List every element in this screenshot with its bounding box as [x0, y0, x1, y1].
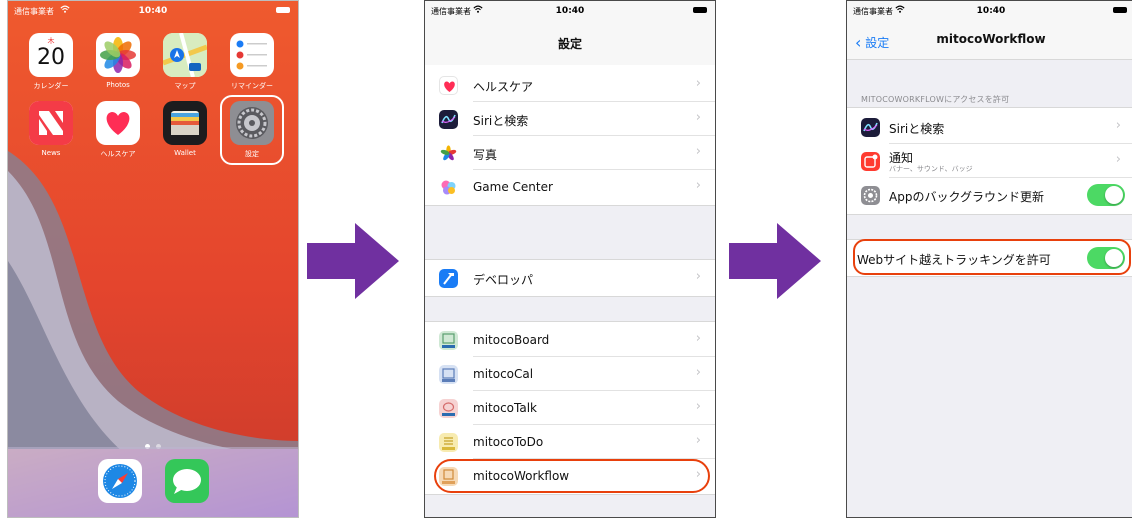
status-bar: 通信事業者 10:40	[425, 1, 715, 19]
row-label: Siriと検索	[473, 114, 529, 128]
chevron-right-icon: ›	[695, 331, 701, 346]
settings-phone: 通信事業者 10:40 設定 ヘルスケア › Siriと検索 › 写真 › Ga…	[424, 0, 716, 518]
app-label-reminders: リマインダー	[231, 82, 273, 90]
arrow-right-icon	[729, 223, 821, 299]
row-label: mitocoToDo	[473, 435, 544, 449]
permission-row-background-refresh: Appのバックグラウンド更新	[847, 178, 1132, 212]
app-label-health: ヘルスケア	[100, 150, 136, 158]
nav-bar: 設定	[425, 19, 715, 66]
nav-bar: ‹ 設定 mitocoWorkflow	[847, 19, 1132, 60]
app-label-calendar: カレンダー	[33, 82, 69, 90]
photos-icon	[100, 37, 136, 73]
chevron-right-icon: ›	[695, 269, 701, 284]
home-screen-phone: 通信事業者 10:40 木 20 カレンダー Photos マップ リマインダー…	[7, 0, 299, 518]
row-label: mitocoTalk	[473, 401, 537, 415]
row-label: mitocoBoard	[473, 333, 550, 347]
row-sublabel: バナー、サウンド、バッジ	[889, 165, 973, 173]
reminders-app[interactable]	[230, 33, 274, 77]
settings-row-siri[interactable]: Siriと検索 ›	[425, 102, 715, 136]
row-label: 写真	[473, 148, 498, 162]
clock: 10:40	[976, 6, 1006, 16]
status-bar: 通信事業者 10:40	[8, 1, 298, 21]
settings-row-photos[interactable]: 写真 ›	[425, 136, 715, 170]
settings-row-mitoco-board[interactable]: mitocoBoard ›	[425, 323, 715, 357]
battery-icon	[1113, 7, 1127, 13]
permission-row-siri[interactable]: Siriと検索 ›	[847, 110, 1132, 144]
developer-icon	[439, 269, 458, 288]
chevron-right-icon: ›	[695, 399, 701, 414]
background-refresh-toggle[interactable]	[1087, 184, 1125, 206]
permissions-group: Siriと検索 › 通知 バナー、サウンド、バッジ › Appのバックグラウンド…	[847, 107, 1132, 215]
mitoco-cal-icon	[439, 365, 458, 384]
chevron-right-icon: ›	[695, 433, 701, 448]
row-label: デベロッパ	[473, 273, 534, 287]
chevron-right-icon: ›	[1115, 118, 1121, 133]
news-icon	[29, 101, 73, 145]
battery-icon	[276, 7, 290, 13]
row-label: ヘルスケア	[473, 80, 534, 94]
dock	[8, 447, 298, 517]
tracking-highlight	[853, 239, 1131, 275]
siri-icon	[439, 110, 458, 129]
settings-row-mitoco-talk[interactable]: mitocoTalk ›	[425, 391, 715, 425]
wallet-icon	[171, 111, 199, 135]
row-label: Appのバックグラウンド更新	[889, 190, 1044, 204]
app-label-wallet: Wallet	[174, 149, 196, 157]
maps-app[interactable]	[163, 33, 207, 77]
section-header: MITOCOWORKFLOWにアクセスを許可	[861, 95, 1010, 104]
settings-row-developer[interactable]: デベロッパ ›	[425, 261, 715, 295]
mitoco-todo-icon	[439, 433, 458, 452]
mitoco-workflow-highlight	[434, 459, 710, 493]
chevron-right-icon: ›	[695, 365, 701, 380]
calendar-app[interactable]: 木 20	[29, 33, 73, 77]
messages-icon	[173, 469, 201, 494]
app-label-news: News	[41, 149, 61, 157]
messages-app[interactable]	[165, 459, 209, 503]
permission-row-notifications[interactable]: 通知 バナー、サウンド、バッジ ›	[847, 144, 1132, 178]
calendar-day: 20	[37, 45, 65, 70]
photos-icon	[439, 144, 458, 163]
game-center-icon	[439, 178, 458, 197]
arrow-right-icon	[307, 223, 399, 299]
reminders-icon	[236, 40, 267, 70]
chevron-right-icon: ›	[1115, 152, 1121, 167]
chevron-right-icon: ›	[695, 76, 701, 91]
app-settings-phone: 通信事業者 10:40 ‹ 設定 mitocoWorkflow MITOCOWO…	[846, 0, 1132, 518]
page-title: 設定	[557, 37, 582, 51]
settings-highlight	[220, 95, 284, 165]
settings-row-health[interactable]: ヘルスケア ›	[425, 68, 715, 102]
photos-app[interactable]	[96, 33, 140, 77]
app-label-photos: Photos	[106, 81, 130, 89]
settings-group-developer: デベロッパ ›	[425, 259, 715, 297]
notification-icon	[861, 152, 880, 171]
settings-row-game-center[interactable]: Game Center ›	[425, 170, 715, 204]
siri-icon	[861, 118, 880, 137]
app-label-maps: マップ	[174, 82, 196, 90]
row-label: mitocoCal	[473, 367, 534, 381]
status-bar: 通信事業者 10:40	[847, 1, 1132, 19]
health-app[interactable]	[96, 101, 140, 145]
news-app[interactable]	[29, 101, 73, 145]
page-title: mitocoWorkflow	[936, 32, 1046, 46]
health-icon	[439, 76, 458, 95]
settings-group-apps: ヘルスケア › Siriと検索 › 写真 › Game Center ›	[425, 65, 715, 206]
mitoco-board-icon	[439, 331, 458, 350]
chevron-right-icon: ›	[695, 144, 701, 159]
chevron-right-icon: ›	[695, 178, 701, 193]
chevron-right-icon: ›	[695, 110, 701, 125]
safari-app[interactable]	[98, 459, 142, 503]
health-icon	[106, 112, 130, 135]
mitoco-talk-icon	[439, 399, 458, 418]
safari-icon	[103, 464, 137, 498]
wallet-app[interactable]	[163, 101, 207, 145]
row-label: Siriと検索	[889, 122, 945, 136]
settings-row-mitoco-cal[interactable]: mitocoCal ›	[425, 357, 715, 391]
clock: 10:40	[555, 6, 585, 16]
maps-icon	[163, 33, 207, 77]
battery-icon	[693, 7, 707, 13]
clock: 10:40	[138, 6, 168, 16]
settings-row-mitoco-todo[interactable]: mitocoToDo ›	[425, 425, 715, 459]
gear-icon	[861, 186, 880, 205]
row-label: Game Center	[473, 180, 553, 194]
